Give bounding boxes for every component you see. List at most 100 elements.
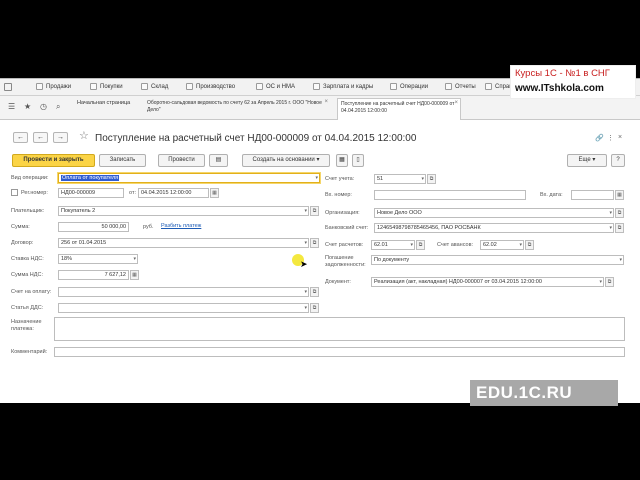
section-reports[interactable]: Отчеты (445, 83, 476, 90)
tab-osv-report[interactable]: Оборотно-сальдовая ведомость по счету 62… (144, 98, 330, 120)
open-icon: ⧉ (312, 289, 317, 295)
menu-grid-icon[interactable] (4, 83, 12, 91)
in-date-calendar-button[interactable]: ▦ (615, 190, 624, 200)
vat-calc-button[interactable]: ▦ (130, 270, 139, 280)
debt-repayment-field[interactable]: По документу ▾ (371, 255, 624, 265)
save-button[interactable]: Записать (99, 154, 146, 167)
contract-field[interactable]: 256 от 01.04.2015 ▾ (58, 238, 309, 248)
chevron-down-icon: ▾ (410, 242, 413, 248)
chevron-down-icon: ▾ (619, 257, 622, 263)
attach-icon: ▯ (356, 157, 360, 163)
link-icon[interactable]: 🔗 (595, 134, 604, 142)
settlement-account-field[interactable]: 62.01 ▾ (371, 240, 415, 250)
invoice-label: Счет на оплату: (11, 289, 52, 295)
dds-open-button[interactable]: ⧉ (310, 303, 319, 313)
chevron-down-icon: ▾ (599, 279, 602, 285)
section-assets[interactable]: ОС и НМА (256, 83, 295, 90)
in-number-field[interactable] (374, 190, 526, 200)
payroll-icon (313, 83, 320, 90)
split-payment-link[interactable]: Разбить платеж (161, 223, 201, 229)
menu-icon[interactable]: ☰ (8, 102, 15, 112)
document-field[interactable]: Реализация (акт, накладная) НД00-000007 … (371, 277, 604, 287)
debt-repayment-label-2: задолженности: (325, 262, 366, 268)
debt-repayment-label: Погашение (325, 255, 354, 261)
chevron-down-icon: ▾ (304, 208, 307, 214)
promo-line-1: Курсы 1С - №1 в СНГ (515, 68, 610, 79)
sum-label: Сумма: (11, 224, 30, 230)
more-button[interactable]: Еще ▾ (567, 154, 607, 167)
close-icon[interactable]: × (618, 134, 622, 141)
close-icon[interactable]: × (324, 99, 328, 106)
payer-label: Плательщик: (11, 208, 45, 214)
section-sales[interactable]: Продажи (36, 83, 71, 90)
section-operations[interactable]: Операции (390, 83, 428, 90)
section-payroll[interactable]: Зарплата и кадры (313, 83, 373, 90)
account-open-button[interactable]: ⧉ (427, 174, 436, 184)
dds-label: Статья ДДС: (11, 305, 44, 311)
payer-field[interactable]: Покупатель 2 ▾ (58, 206, 309, 216)
open-icon: ⧉ (429, 176, 434, 182)
advance-account-field[interactable]: 62.02 ▾ (480, 240, 524, 250)
payer-open-button[interactable]: ⧉ (310, 206, 319, 216)
favorites-icon[interactable]: ★ (24, 102, 31, 112)
favorite-star-icon[interactable]: ☆ (79, 130, 89, 143)
tab-home[interactable]: Начальная страница (74, 98, 142, 120)
promo-banner: Курсы 1С - №1 в СНГ www.ITshkola.com (510, 65, 636, 99)
organization-open-button[interactable]: ⧉ (615, 208, 624, 218)
watermark-logo: EDU.1C.RU (470, 380, 618, 406)
document-open-button[interactable]: ⧉ (605, 277, 614, 287)
calculator-icon: ▦ (132, 272, 137, 278)
account-field[interactable]: 51 ▾ (374, 174, 426, 184)
open-icon: ⧉ (617, 210, 622, 216)
history-icon[interactable]: ◷ (40, 102, 47, 112)
section-purchases[interactable]: Покупки (90, 83, 123, 90)
edit-reg-number-checkbox[interactable] (11, 189, 18, 196)
bank-account-field[interactable]: 12465498798785465456, ПАО РОСБАНК ▾ (374, 223, 614, 233)
close-icon[interactable]: × (454, 100, 458, 107)
help-button[interactable]: ? (611, 154, 625, 167)
search-icon[interactable]: ⌕ (56, 102, 60, 112)
attach-button[interactable]: ▯ (352, 154, 364, 167)
advance-account-label: Счет авансов: (437, 242, 474, 248)
comment-field[interactable] (54, 347, 625, 357)
forward-arrow-button[interactable]: → (53, 132, 68, 143)
dds-field[interactable]: ▾ (58, 303, 309, 313)
sales-icon (36, 83, 43, 90)
open-icon: ⧉ (312, 305, 317, 311)
create-based-button[interactable]: Создать на основании ▾ (242, 154, 330, 167)
in-date-label: Вх. дата: (540, 192, 563, 198)
structure-button[interactable]: ▦ (336, 154, 348, 167)
vat-sum-field[interactable]: 7 627,12 (58, 270, 129, 280)
calendar-icon: ▦ (617, 192, 622, 198)
open-icon: ⧉ (527, 242, 532, 248)
op-type-field[interactable]: Оплата от покупателя ▾ (58, 173, 320, 183)
section-production[interactable]: Производство (186, 83, 235, 90)
settlement-account-open-button[interactable]: ⧉ (416, 240, 425, 250)
section-warehouse[interactable]: Склад (141, 83, 168, 90)
purpose-label-2: платежа: (11, 326, 34, 332)
bank-account-open-button[interactable]: ⧉ (615, 223, 624, 233)
calendar-button[interactable]: ▦ (210, 188, 219, 198)
post-button[interactable]: Провести (158, 154, 205, 167)
advance-account-open-button[interactable]: ⧉ (525, 240, 534, 250)
back-button[interactable]: ← (13, 132, 28, 143)
date-field[interactable]: 04.04.2015 12:00:00 (138, 188, 209, 198)
post-and-close-button[interactable]: Провести и закрыть (12, 154, 95, 167)
tab-document[interactable]: Поступление на расчетный счет НД00-00000… (337, 98, 461, 120)
purpose-textarea[interactable] (54, 317, 625, 341)
chevron-down-icon: ▾ (421, 176, 424, 182)
invoice-open-button[interactable]: ⧉ (310, 287, 319, 297)
open-icon: ⧉ (617, 225, 622, 231)
reg-number-field[interactable]: НД00-000009 (58, 188, 124, 198)
organization-field[interactable]: Новое Дело ООО ▾ (374, 208, 614, 218)
back-arrow-button[interactable]: ← (33, 132, 48, 143)
contract-open-button[interactable]: ⧉ (310, 238, 319, 248)
calendar-icon: ▦ (212, 190, 217, 196)
in-date-field[interactable] (571, 190, 614, 200)
vat-rate-field[interactable]: 18% ▾ (58, 254, 138, 264)
more-icon[interactable]: ⋮ (607, 134, 614, 142)
print-button[interactable]: ▤ (209, 154, 228, 167)
sum-field[interactable]: 50 000,00 (58, 222, 129, 232)
invoice-field[interactable]: ▾ (58, 287, 309, 297)
structure-icon: ▦ (339, 157, 345, 163)
